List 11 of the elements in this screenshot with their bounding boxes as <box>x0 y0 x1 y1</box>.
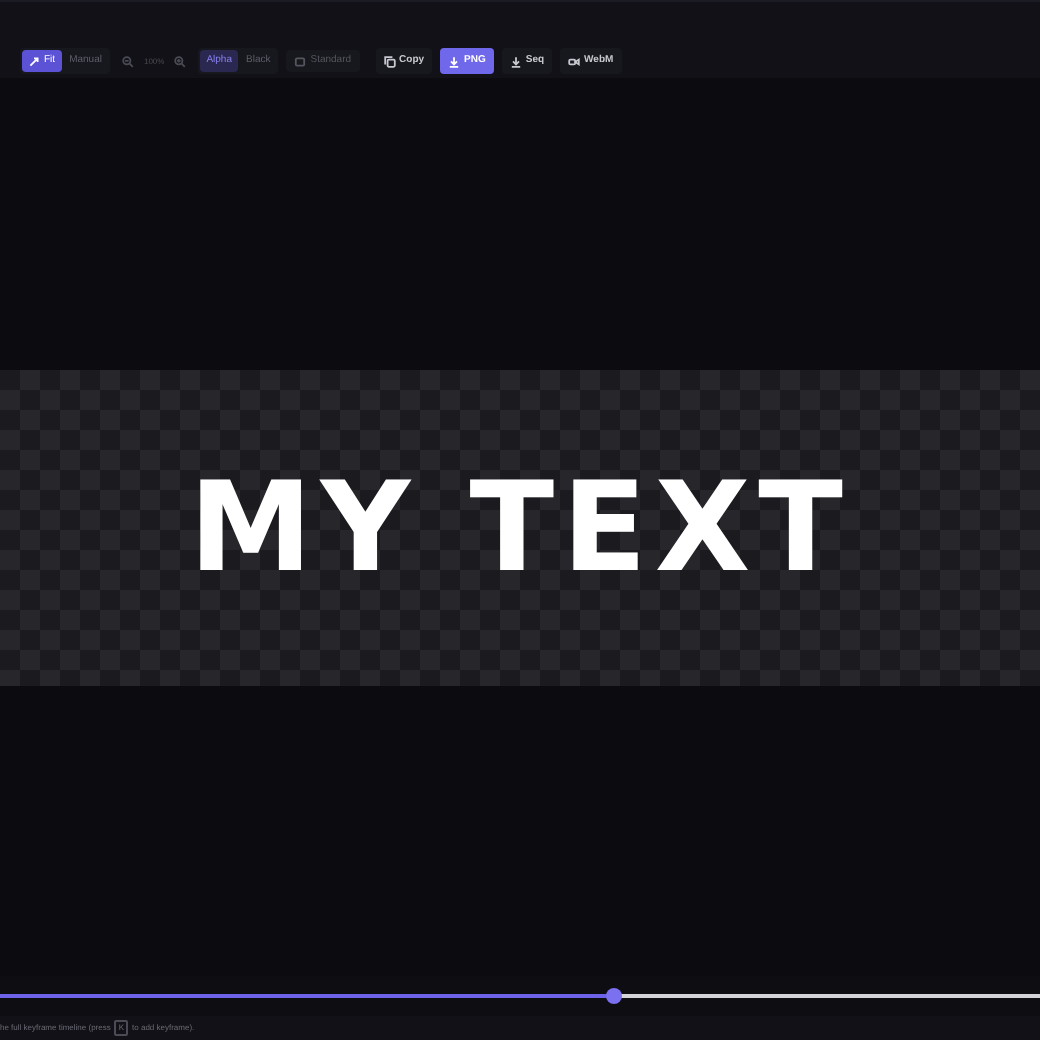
download-icon <box>448 55 461 67</box>
zoom-in-icon <box>174 55 187 67</box>
timeline-slider[interactable] <box>0 994 1040 998</box>
download-icon <box>509 55 522 67</box>
screen-icon <box>294 55 307 67</box>
expand-icon <box>28 55 40 67</box>
preview-text: MY TEXT <box>189 452 851 604</box>
camera-icon <box>568 55 581 67</box>
zoom-out-icon <box>121 55 134 67</box>
timeline-handle[interactable] <box>605 988 622 1004</box>
copy-icon <box>383 55 396 67</box>
